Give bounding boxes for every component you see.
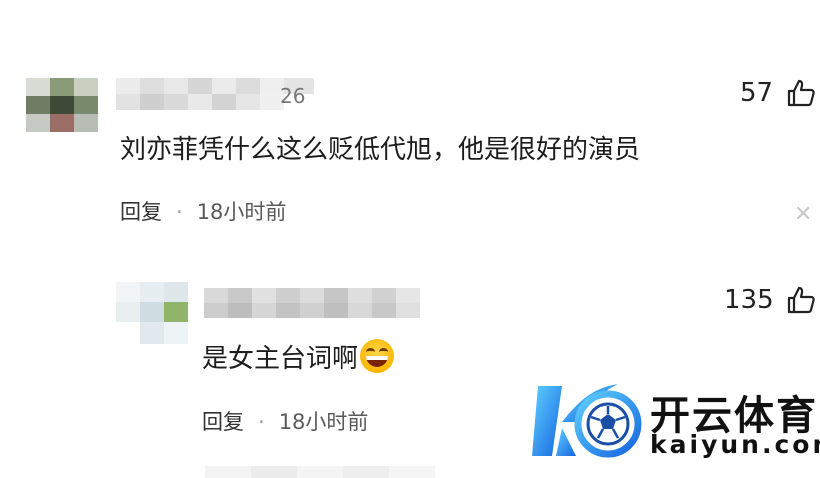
avatar[interactable]	[26, 78, 98, 132]
kaiyun-logo-icon	[532, 378, 644, 464]
comment-text: 是女主台词啊	[202, 344, 359, 374]
timestamp: 18小时前	[278, 410, 369, 434]
next-comment-blurred	[205, 466, 435, 478]
thumbs-up-icon[interactable]	[786, 285, 816, 315]
comment-text-row: 是女主台词啊	[202, 339, 395, 376]
comment-meta: 回复 · 18小时前	[202, 408, 368, 436]
separator-dot: ·	[258, 410, 265, 434]
brand-url: kaiyun.com	[650, 430, 820, 459]
thumbs-up-icon[interactable]	[786, 78, 816, 108]
comment-meta: 回复 · 18小时前	[120, 198, 286, 226]
comment-text: 刘亦菲凭什么这么贬低代旭，他是很好的演员	[120, 135, 641, 165]
reply-button[interactable]: 回复	[202, 410, 244, 434]
username-visible-fragment: 26	[280, 84, 306, 108]
reply-button[interactable]: 回复	[120, 200, 162, 224]
like-count: 57	[740, 78, 774, 108]
avatar[interactable]	[116, 282, 188, 344]
timestamp: 18小时前	[196, 200, 287, 224]
like-count: 135	[724, 285, 774, 315]
laughing-emoji-icon	[360, 339, 395, 373]
close-icon[interactable]: ✕	[794, 204, 812, 226]
username-blurred[interactable]	[204, 288, 420, 318]
separator-dot: ·	[176, 200, 183, 224]
